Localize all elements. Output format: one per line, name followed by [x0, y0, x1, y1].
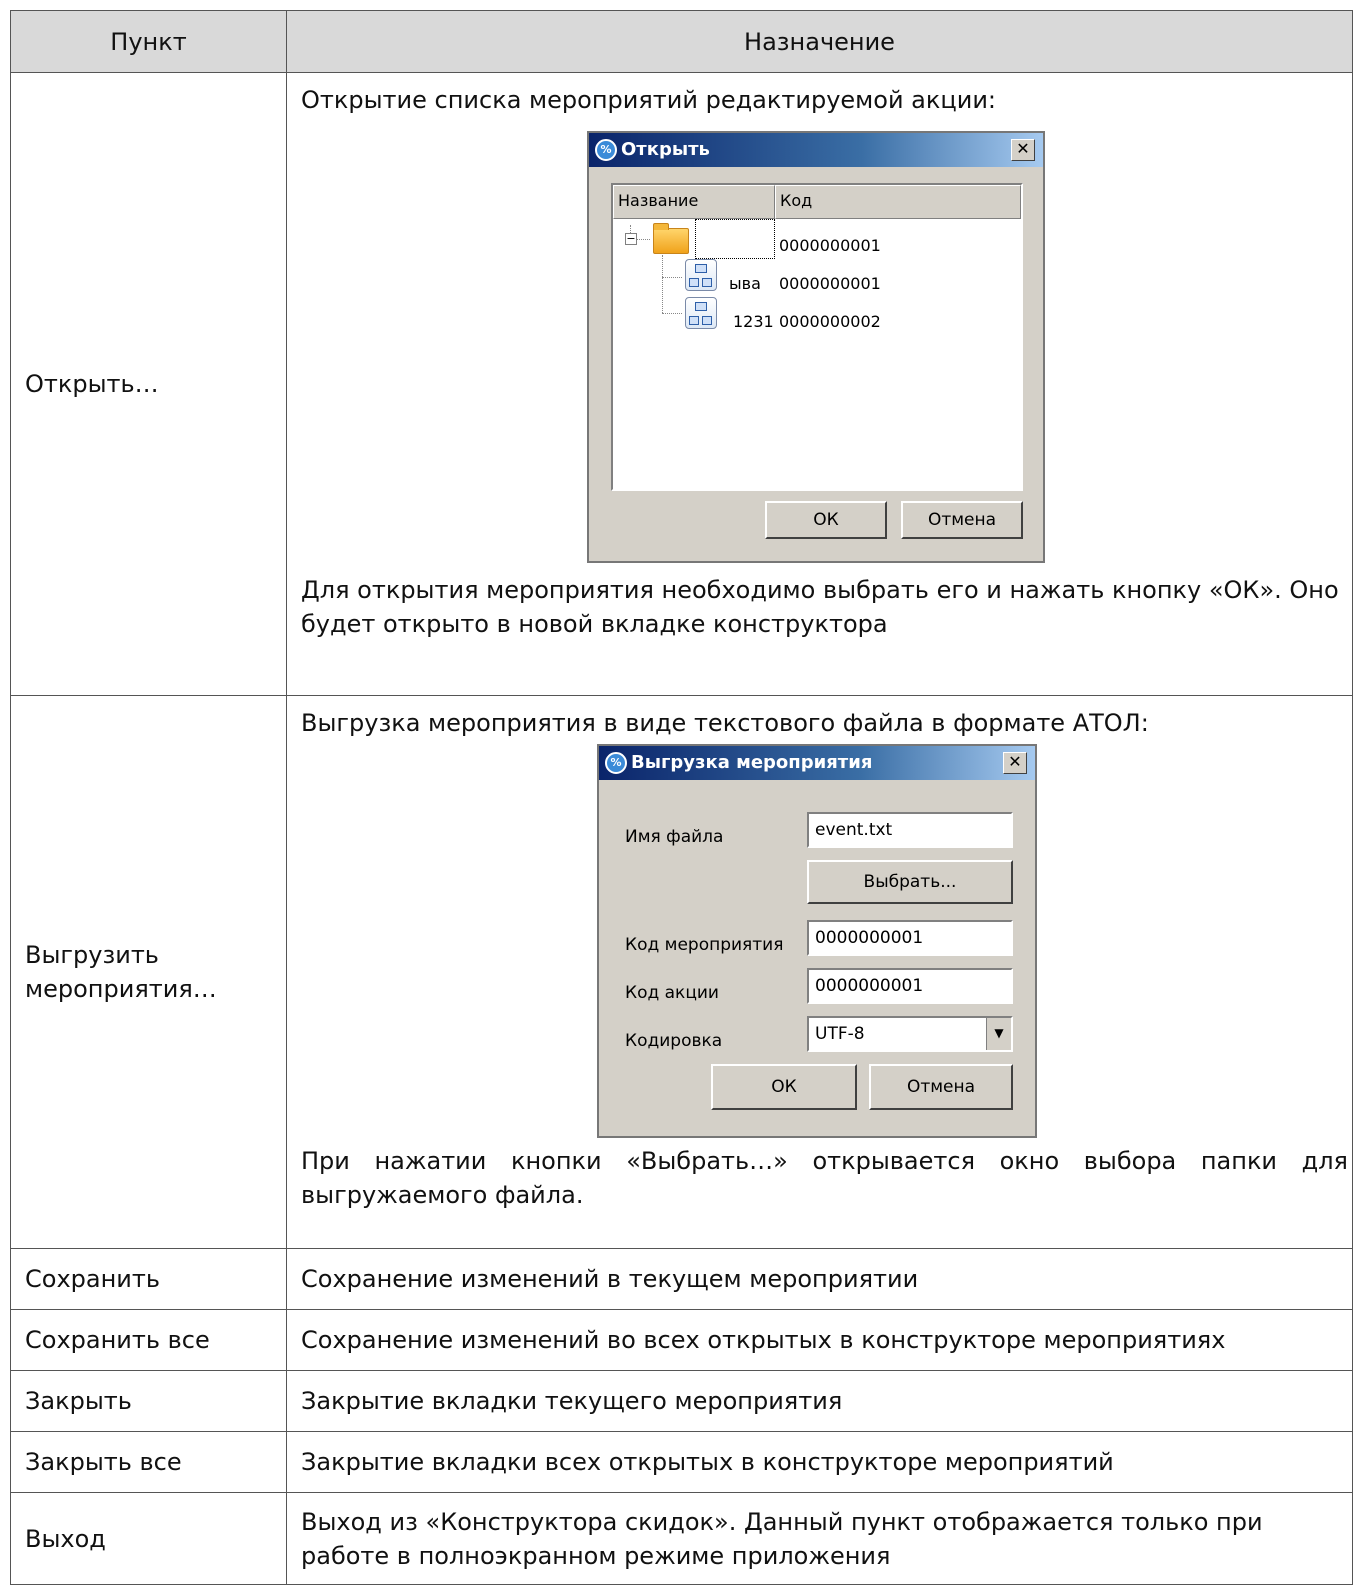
encoding-label: Кодировка: [625, 1031, 723, 1051]
cell-item: Выгрузить мероприятия…: [10, 695, 287, 1249]
cell-item: Закрыть все: [10, 1431, 287, 1493]
header-purpose: Назначение: [286, 10, 1353, 73]
cell-item: Выход: [10, 1492, 287, 1585]
column-name[interactable]: Название: [613, 185, 775, 219]
open-dialog-titlebar[interactable]: % Открыть: [589, 133, 1043, 167]
cell-purpose: Выход из «Конструктора скидок». Данный п…: [286, 1492, 1353, 1585]
close-icon[interactable]: ✕: [1003, 752, 1027, 774]
node-code: 0000000001: [779, 236, 881, 255]
cell-item: Открыть…: [10, 72, 287, 696]
ok-button[interactable]: ОК: [711, 1064, 857, 1110]
cancel-button[interactable]: Отмена: [901, 501, 1023, 539]
events-tree[interactable]: Название Код − 0000000001 ыва 0000000001…: [611, 183, 1023, 491]
selected-node[interactable]: [695, 219, 775, 259]
collapse-icon[interactable]: −: [625, 233, 637, 245]
node-code: 0000000002: [779, 312, 881, 331]
tree-line: [662, 313, 682, 314]
cell-purpose: Выгрузка мероприятия в виде текстового ф…: [286, 695, 1353, 1249]
cell-purpose: Закрытие вкладки текущего мероприятия: [286, 1370, 1353, 1432]
cell-item: Сохранить: [10, 1248, 287, 1310]
export-intro: Выгрузка мероприятия в виде текстового ф…: [301, 709, 1149, 737]
table-row: Сохранить все Сохранение изменений во вс…: [10, 1309, 1353, 1371]
cell-item: Закрыть: [10, 1370, 287, 1432]
cancel-button[interactable]: Отмена: [869, 1064, 1013, 1110]
table-row: Закрыть Закрытие вкладки текущего меропр…: [10, 1370, 1353, 1432]
event-code-label: Код мероприятия: [625, 935, 784, 955]
open-outro: Для открытия мероприятия необходимо выбр…: [301, 576, 1339, 638]
encoding-select[interactable]: UTF-8 ▼: [807, 1016, 1013, 1052]
node-code: 0000000001: [779, 274, 881, 293]
node-name[interactable]: ыва: [729, 267, 761, 301]
export-dialog: % Выгрузка мероприятия ✕ Имя файла event…: [597, 744, 1037, 1138]
close-icon[interactable]: ✕: [1011, 139, 1035, 161]
open-intro: Открытие списка мероприятий редактируемо…: [301, 86, 997, 114]
ok-button[interactable]: ОК: [765, 501, 887, 539]
export-outro: При нажатии кнопки «Выбрать…» открываетс…: [301, 1147, 1348, 1209]
table-row-export: Выгрузить мероприятия… Выгрузка мероприя…: [10, 695, 1353, 1249]
app-icon: %: [595, 139, 617, 161]
encoding-value: UTF-8: [815, 1024, 865, 1044]
table-row: Закрыть все Закрытие вкладки всех открыт…: [10, 1431, 1353, 1493]
cell-purpose: Сохранение изменений во всех открытых в …: [286, 1309, 1353, 1371]
header-item: Пункт: [10, 10, 287, 73]
cell-purpose: Сохранение изменений в текущем мероприят…: [286, 1248, 1353, 1310]
event-code-input[interactable]: 0000000001: [807, 920, 1013, 956]
tree-line: [662, 255, 663, 313]
table-row: Сохранить Сохранение изменений в текущем…: [10, 1248, 1353, 1310]
tree-line: [662, 277, 682, 278]
promo-code-input[interactable]: 0000000001: [807, 968, 1013, 1004]
event-icon: [685, 259, 717, 291]
promo-code-label: Код акции: [625, 983, 719, 1003]
table-header-row: Пункт Назначение: [10, 10, 1353, 73]
export-item-label: Выгрузить мероприятия…: [25, 941, 217, 1003]
event-icon: [685, 297, 717, 329]
export-dialog-title: Выгрузка мероприятия: [631, 752, 873, 773]
export-dialog-titlebar[interactable]: % Выгрузка мероприятия: [599, 746, 1035, 780]
column-code[interactable]: Код: [775, 185, 1021, 219]
dropdown-arrow-icon[interactable]: ▼: [986, 1018, 1011, 1050]
folder-icon: [653, 223, 689, 254]
file-name-label: Имя файла: [625, 827, 724, 847]
tree-line: [636, 239, 650, 240]
node-name[interactable]: 1231: [733, 305, 774, 339]
choose-button[interactable]: Выбрать...: [807, 860, 1013, 904]
open-dialog-title: Открыть: [621, 139, 710, 160]
cell-purpose: Закрытие вкладки всех открытых в констру…: [286, 1431, 1353, 1493]
cell-purpose: Открытие списка мероприятий редактируемо…: [286, 72, 1353, 696]
table-row: Выход Выход из «Конструктора скидок». Да…: [10, 1492, 1353, 1585]
file-name-input[interactable]: event.txt: [807, 812, 1013, 848]
app-icon: %: [605, 752, 627, 774]
commands-table: Пункт Назначение Открыть… Открытие списк…: [10, 10, 1353, 1585]
cell-item: Сохранить все: [10, 1309, 287, 1371]
table-row-open: Открыть… Открытие списка мероприятий ред…: [10, 72, 1353, 696]
open-dialog: % Открыть ✕ Название Код − 0000000001 ыв…: [587, 131, 1045, 563]
